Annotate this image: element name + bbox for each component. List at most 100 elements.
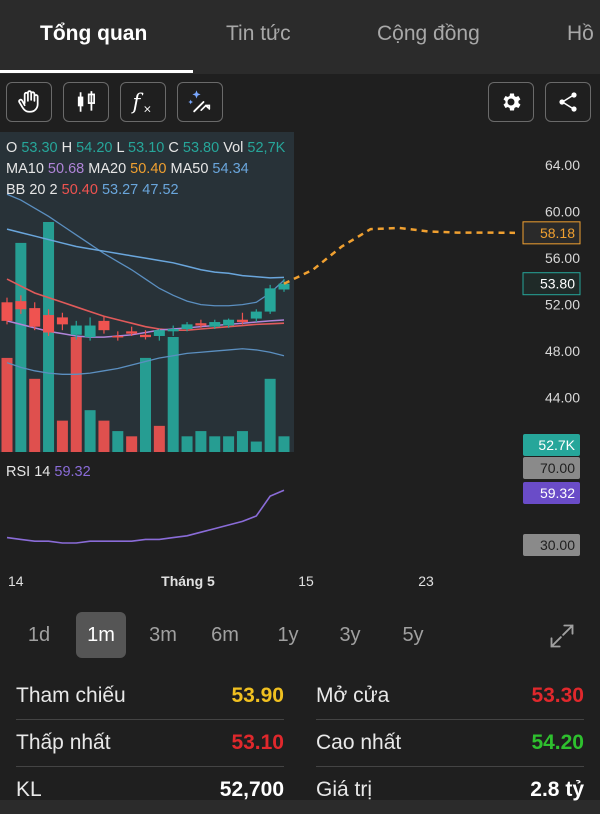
fullscreen-button[interactable] (548, 622, 576, 655)
volume-bar (112, 431, 124, 452)
volume-bar (98, 420, 110, 452)
range-5y[interactable]: 5y (388, 612, 438, 658)
volume-bar (140, 357, 151, 452)
volume-bar (167, 337, 179, 452)
ma20-value: 50.40 (130, 161, 167, 177)
rsi-value-tag: 59.32 (540, 485, 575, 501)
candle-body (98, 320, 110, 331)
candle-body (153, 330, 165, 336)
chart-type-button[interactable] (63, 82, 109, 122)
candle-body (195, 323, 207, 326)
active-tab-indicator (0, 70, 193, 73)
ai-forecast-button[interactable] (177, 82, 223, 122)
stat-label: Giá trị (316, 778, 373, 801)
volume-bar (84, 410, 96, 452)
svg-text:f: f (131, 90, 144, 114)
stat-label: Mở cửa (316, 684, 390, 707)
range-3m[interactable]: 3m (138, 612, 188, 658)
candle-body (56, 317, 68, 325)
indicators-button[interactable]: f × (120, 82, 166, 122)
volume-bar (264, 378, 276, 452)
stat-value: 53.30 (531, 684, 584, 707)
range-1d[interactable]: 1d (14, 612, 64, 658)
volume-bar (223, 436, 235, 452)
forecast-price-tag: 58.18 (540, 225, 575, 241)
rsi-value: 59.32 (54, 464, 91, 480)
volume-bar (70, 337, 82, 452)
stat-label: Tham chiếu (16, 684, 126, 707)
last-price-tag: 53.80 (540, 276, 575, 292)
volume-bar (278, 436, 290, 452)
stat-value: 54.20 (531, 731, 584, 754)
price-axis-tick: 56.00 (545, 250, 580, 266)
stat-high: Cao nhất 54.20 (316, 721, 584, 767)
share-icon (559, 92, 577, 112)
ma20-label: MA20 (88, 161, 127, 177)
candle-body (43, 315, 55, 333)
open-value: 53.30 (21, 140, 58, 156)
price-chart[interactable]: 64.00 60.00 56.00 52.00 48.00 44.00 58.18 53.8… (0, 132, 600, 592)
stats-panel: Tham chiếu 53.90 Mở cửa 53.30 Thấp nhất … (0, 672, 600, 801)
cursor-mode-button[interactable] (6, 82, 52, 122)
function-icon: f × (131, 90, 152, 116)
candle-body (70, 325, 82, 335)
candle-body (278, 283, 290, 290)
stat-value: 53.90 (231, 684, 284, 707)
price-axis-tick: 44.00 (545, 390, 580, 406)
candle-body (112, 335, 124, 338)
volume-bar (1, 357, 13, 452)
time-axis-tick: 14 (8, 573, 24, 589)
stat-open: Mở cửa 53.30 (316, 674, 584, 720)
stat-volume: KL 52,700 (16, 768, 284, 814)
bb-lower-value: 47.52 (142, 182, 179, 198)
candle-body (15, 301, 27, 310)
time-axis-tick: 23 (418, 573, 434, 589)
stat-reference: Tham chiếu 53.90 (16, 674, 284, 720)
rsi-label: RSI 14 (6, 464, 51, 480)
candle-body (84, 325, 96, 338)
candle-body (250, 311, 262, 319)
volume-bar (29, 378, 41, 452)
open-label: O (6, 140, 18, 156)
volume-tag: 52.7K (538, 437, 575, 453)
range-selector: 1d 1m 3m 6m 1y 3y 5y (0, 592, 600, 672)
stat-value: 52,700 (219, 778, 284, 801)
price-axis-tick: 48.00 (545, 343, 580, 359)
bb-mid-value: 53.27 (101, 182, 139, 198)
high-label: H (61, 140, 73, 156)
candle-body (209, 322, 221, 327)
tab-community[interactable]: Cộng đồng (377, 22, 480, 46)
range-6m[interactable]: 6m (200, 612, 250, 658)
price-axis-tick: 64.00 (545, 157, 580, 173)
range-3y[interactable]: 3y (325, 612, 375, 658)
range-1y[interactable]: 1y (263, 612, 313, 658)
divider (316, 766, 584, 767)
ma10-label: MA10 (6, 161, 44, 177)
range-1m[interactable]: 1m (76, 612, 126, 658)
chart-canvas[interactable]: 64.00 60.00 56.00 52.00 48.00 44.00 58.18 53.8… (0, 132, 600, 592)
stat-value: 53.10 (231, 731, 284, 754)
low-label: L (116, 140, 125, 156)
candle-body (29, 308, 41, 327)
expand-icon (550, 624, 574, 648)
tab-profile[interactable]: Hồ (567, 22, 594, 46)
settings-button[interactable] (488, 82, 534, 122)
divider (16, 719, 284, 720)
volume-label: Vol (223, 140, 244, 156)
bb-upper-value: 50.40 (61, 182, 98, 198)
time-axis-tick: 15 (298, 573, 314, 589)
stat-label: Cao nhất (316, 731, 402, 754)
tab-bar: Tổng quan Tin tức Cộng đồng Hồ (0, 0, 600, 74)
share-button[interactable] (545, 82, 591, 122)
time-axis-tick: Tháng 5 (161, 573, 215, 589)
tab-overview[interactable]: Tổng quan (40, 22, 147, 46)
chart-toolbar: f × (0, 74, 600, 132)
ma10-value: 50.68 (47, 161, 85, 177)
tab-news[interactable]: Tin tức (226, 22, 291, 46)
candle-body (1, 302, 13, 321)
high-value: 54.20 (76, 140, 113, 156)
candlestick-icon (77, 91, 95, 112)
volume-bar (181, 436, 193, 452)
rsi-30-tag: 30.00 (540, 537, 575, 553)
ma-legend: MA10 50.68 MA20 50.40 MA50 54.34 (6, 161, 249, 177)
